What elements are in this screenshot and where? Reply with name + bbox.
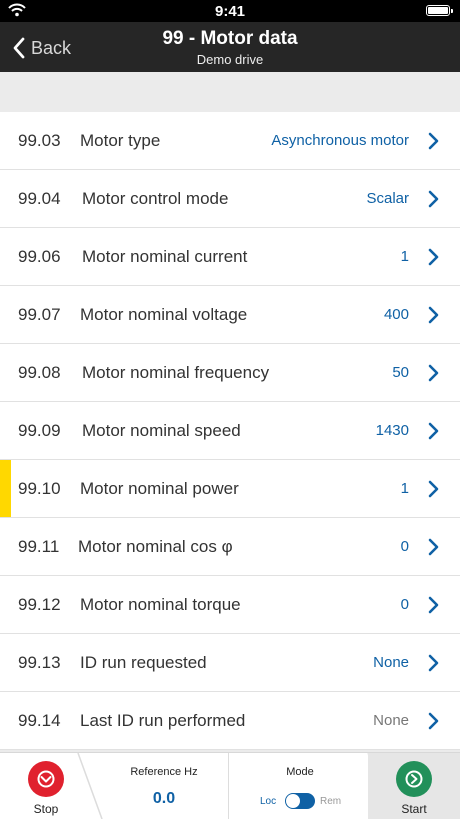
reference-value: 0.0 [152, 790, 176, 807]
battery-icon [426, 5, 453, 16]
parameter-name: ID run requested [80, 653, 207, 672]
chevron-right-icon [428, 364, 439, 382]
chevron-right-icon [428, 480, 439, 498]
parameter-value: Scalar [366, 190, 409, 207]
parameter-row-99-13[interactable]: 99.13 ID run requested None [0, 634, 460, 692]
parameter-value: 50 [392, 364, 409, 381]
parameter-name: Motor nominal power [80, 479, 239, 498]
parameter-row-99-09[interactable]: 99.09 Motor nominal speed 1430 [0, 402, 460, 460]
mode-label: Mode [286, 766, 314, 778]
parameter-row-99-07[interactable]: 99.07 Motor nominal voltage 400 [0, 286, 460, 344]
stop-icon [28, 761, 64, 797]
chevron-right-icon [428, 538, 439, 556]
parameter-value: None [373, 654, 409, 671]
navigation-bar: Back 99 - Motor data Demo drive [0, 22, 460, 72]
parameter-row-99-10[interactable]: 99.10 Motor nominal power 1 [0, 460, 460, 518]
parameter-value: None [373, 712, 409, 729]
parameter-row-99-14[interactable]: 99.14 Last ID run performed None [0, 692, 460, 750]
parameter-value: 1 [400, 248, 409, 265]
page-title: 99 - Motor data [162, 28, 298, 49]
parameter-name: Motor nominal torque [80, 595, 241, 614]
parameter-list: 99.03 Motor type Asynchronous motor 99.0… [0, 112, 460, 750]
chevron-right-icon [428, 306, 439, 324]
status-bar: 9:41 [0, 0, 460, 22]
parameter-name: Motor nominal current [82, 247, 248, 266]
mode-control: Mode Loc Rem [232, 753, 368, 819]
parameter-name: Motor type [80, 131, 161, 150]
parameter-name: Motor nominal speed [82, 421, 241, 440]
parameter-value: 400 [383, 306, 409, 323]
chevron-right-icon [428, 422, 439, 440]
toggle-knob [286, 794, 300, 808]
rem-label: Rem [320, 796, 342, 807]
list-header-spacer [0, 72, 460, 112]
parameter-value: 1430 [375, 422, 409, 439]
parameter-code: 99.06 [18, 247, 61, 266]
parameter-row-99-12[interactable]: 99.12 Motor nominal torque 0 [0, 576, 460, 634]
chevron-right-icon [428, 132, 439, 150]
parameter-name: Motor control mode [82, 189, 229, 208]
parameter-value: 0 [400, 538, 409, 555]
parameter-name: Motor nominal frequency [82, 363, 270, 382]
parameter-code: 99.09 [18, 421, 61, 440]
mode-toggle[interactable] [285, 793, 315, 809]
parameter-row-99-04[interactable]: 99.04 Motor control mode Scalar [0, 170, 460, 228]
start-button[interactable]: Start [368, 753, 460, 819]
parameter-code: 99.11 [18, 537, 60, 556]
parameter-name: Motor nominal voltage [80, 305, 248, 324]
parameter-name: Last ID run performed [80, 711, 246, 730]
page-subtitle: Demo drive [196, 52, 264, 67]
start-label: Start [401, 802, 427, 816]
parameter-name: Motor nominal cos φ [78, 537, 233, 556]
parameter-value: Asynchronous motor [271, 132, 409, 149]
parameter-code: 99.03 [18, 131, 61, 150]
chevron-right-icon [428, 248, 439, 266]
parameter-value: 1 [400, 480, 409, 497]
parameter-row-99-03[interactable]: 99.03 Motor type Asynchronous motor [0, 112, 460, 170]
chevron-right-icon [428, 596, 439, 614]
status-time: 9:41 [214, 3, 246, 20]
parameter-row-99-11[interactable]: 99.11 Motor nominal cos φ 0 [0, 518, 460, 576]
parameter-code: 99.10 [18, 479, 61, 498]
chevron-right-icon [428, 712, 439, 730]
parameter-value: 0 [400, 596, 409, 613]
parameter-row-99-06[interactable]: 99.06 Motor nominal current 1 [0, 228, 460, 286]
parameter-code: 99.07 [18, 305, 61, 324]
parameter-code: 99.08 [18, 363, 61, 382]
parameter-code: 99.14 [18, 711, 61, 730]
loc-label: Loc [260, 796, 277, 807]
parameter-row-99-08[interactable]: 99.08 Motor nominal frequency 50 [0, 344, 460, 402]
parameter-code: 99.13 [18, 653, 61, 672]
chevron-right-icon [428, 654, 439, 672]
reference-field[interactable]: Reference Hz 0.0 [100, 753, 229, 819]
parameter-code: 99.04 [18, 189, 61, 208]
start-icon [396, 761, 432, 797]
reference-label: Reference Hz [130, 766, 198, 778]
drive-control-bar: Stop Reference Hz 0.0 Mode Loc Rem Start [0, 752, 460, 819]
parameter-code: 99.12 [18, 595, 61, 614]
chevron-right-icon [428, 190, 439, 208]
